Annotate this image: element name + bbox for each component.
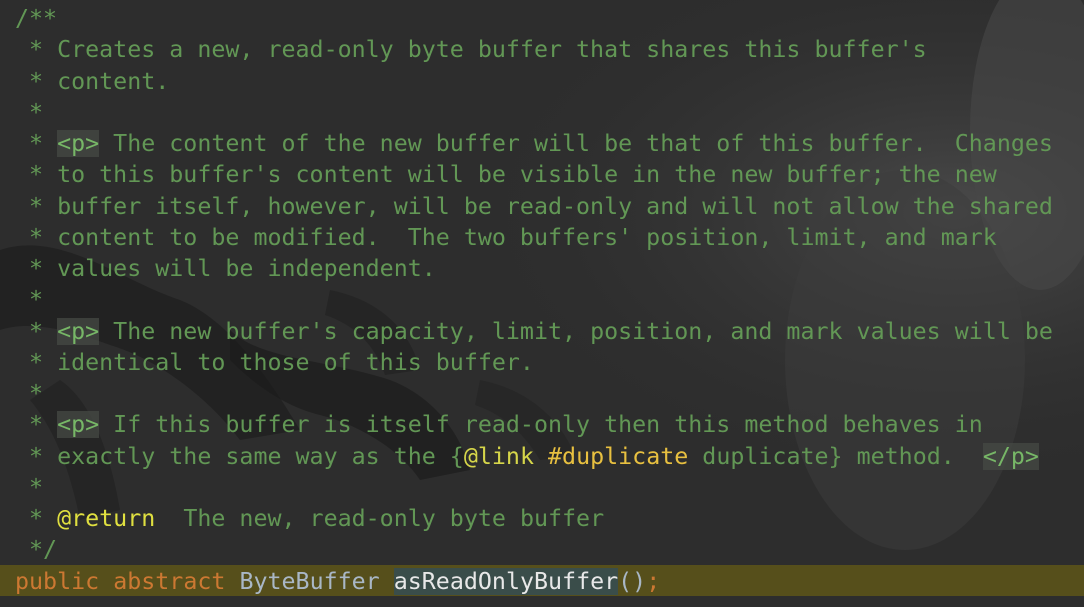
code-line[interactable]: * <p> The content of the new buffer will… [15,128,1075,159]
code-line[interactable]: /** [15,3,1075,34]
code-line[interactable]: * [15,472,1075,503]
code-token: If this buffer is itself read-only then … [99,411,983,439]
code-token: * [15,380,44,407]
code-token: * [15,98,44,126]
code-token: /** [15,5,58,32]
code-line[interactable]: * <p> If this buffer is itself read-only… [15,409,1075,440]
code-token: public [15,567,100,595]
code-line[interactable]: * [15,97,1075,128]
code-line[interactable]: * content to be modified. The two buffer… [15,222,1075,253]
code-line[interactable]: */ [15,534,1075,565]
code-token: The new buffer's capacity, limit, positi… [99,317,1053,345]
code-token: <p> [57,130,100,157]
code-token: <p> [57,411,100,439]
code-token: @return [57,505,156,532]
code-token: ; [646,567,661,595]
code-line[interactable]: * values will be independent. [15,253,1075,284]
code-token: #duplicate [548,442,689,470]
code-token: * [15,286,44,314]
code-token: * [15,473,44,501]
code-token: </p> [982,442,1039,470]
code-line[interactable]: * @return The new, read-only byte buffer [15,503,1075,534]
code-token: * [15,130,58,157]
code-token: The new, read-only byte buffer [155,505,605,532]
code-token: * [15,411,58,439]
code-token: */ [15,536,58,564]
code-token: * values will be independent. [15,255,436,282]
code-token: duplicate} method. [688,442,983,470]
code-line[interactable]: * exactly the same way as the {@link #du… [15,441,1075,472]
code-line[interactable]: * to this buffer's content will be visib… [15,159,1075,190]
code-token: asReadOnlyBuffer [393,567,619,595]
code-line[interactable]: * [15,378,1075,409]
code-token: * to this buffer's content will be visib… [15,161,997,189]
code-line[interactable]: * <p> The new buffer's capacity, limit, … [15,316,1075,347]
code-token: ByteBuffer [239,567,380,595]
code-token: * content. [15,67,170,95]
code-token: The content of the new buffer will be th… [99,130,1053,157]
code-line[interactable]: * identical to those of this buffer. [15,347,1075,378]
code-line[interactable]: * content. [15,66,1075,97]
code-token: * buffer itself, however, will be read-o… [15,192,1053,220]
code-token: () [618,567,647,595]
code-token: @link [463,442,534,470]
code-line[interactable]: * [15,284,1075,315]
code-token: * Creates a new, read-only byte buffer t… [15,36,927,64]
code-editor[interactable]: /** * Creates a new, read-only byte buff… [0,0,1084,607]
code-token: <p> [57,317,100,345]
code-token: * [15,317,58,345]
code-line[interactable]: * Creates a new, read-only byte buffer t… [15,34,1075,65]
code-line[interactable]: * buffer itself, however, will be read-o… [15,191,1075,222]
code-token: abstract [113,567,226,595]
code-token: * content to be modified. The two buffer… [15,223,997,251]
code-line[interactable]: public abstract ByteBuffer asReadOnlyBuf… [15,566,1075,597]
code-token: * identical to those of this buffer. [15,348,534,376]
code-token: * [15,505,58,532]
code-content[interactable]: /** * Creates a new, read-only byte buff… [15,3,1075,597]
code-token: * exactly the same way as the { [15,442,464,470]
